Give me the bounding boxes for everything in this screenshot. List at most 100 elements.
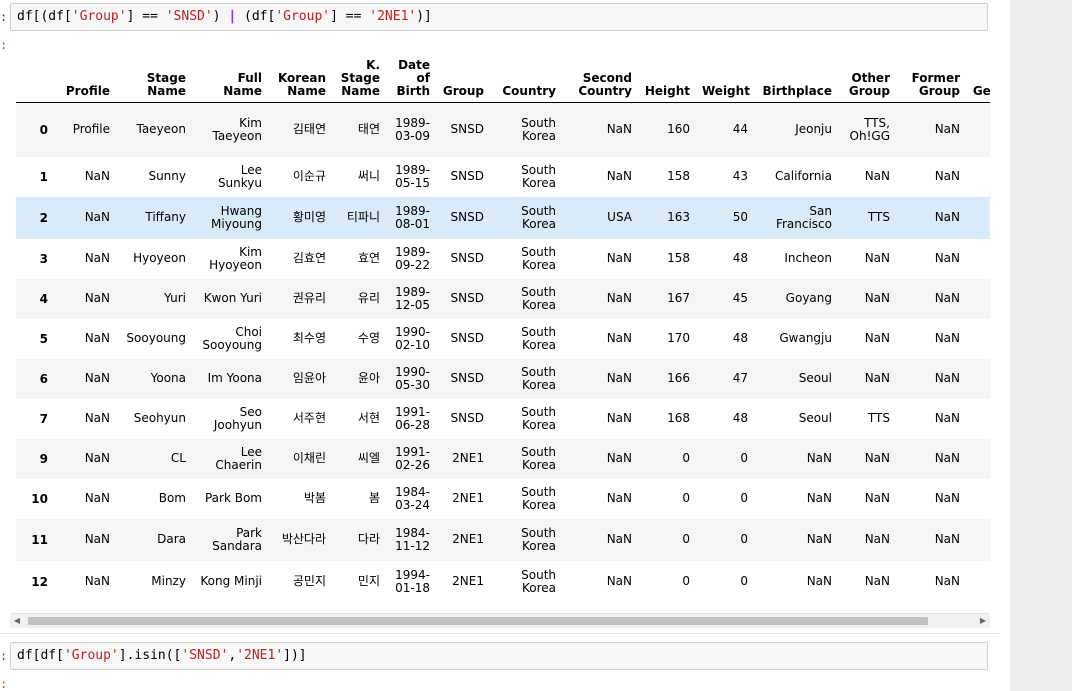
scroll-left-icon[interactable]: ◀ bbox=[10, 614, 24, 628]
table-row[interactable]: 12 NaN Minzy Kong Minji 공민지 민지 1994-01-18 2NE1 S… bbox=[16, 561, 990, 603]
table-cell: NaN bbox=[84, 491, 110, 505]
row-index: 11 bbox=[31, 532, 48, 547]
table-cell: South Korea bbox=[521, 203, 556, 231]
table-cell: South Korea bbox=[521, 324, 556, 352]
table-cell: 공민지 bbox=[292, 574, 326, 588]
dataframe-output[interactable]: Profile Stage Name Full Name Korean Name K. … bbox=[16, 52, 990, 612]
table-cell: NaN bbox=[84, 411, 110, 425]
out1-prompt: : bbox=[0, 38, 8, 52]
table-cell: 1991-06-28 bbox=[395, 404, 430, 432]
table-cell: Profile bbox=[72, 122, 110, 137]
row-index: 9 bbox=[39, 451, 48, 466]
table-cell: 1989-05-15 bbox=[395, 162, 430, 190]
table-row[interactable]: 1 NaN Sunny Lee Sunkyu 이순규 써니 1989-05-15 SNSD So… bbox=[16, 157, 990, 197]
table-cell: Kim Hyoyeon bbox=[209, 244, 262, 272]
table-cell: 48 bbox=[732, 251, 748, 265]
code-cell-2[interactable]: df[df['Group'].isin(['SNSD','2NE1'])] bbox=[10, 642, 988, 670]
table-cell: South Korea bbox=[521, 484, 556, 512]
table-row[interactable]: 2 NaN Tiffany Hwang Miyoung 황미영 티파니 1989-08-01… bbox=[16, 196, 990, 239]
table-row[interactable]: 11 NaN Dara Park Sandara 박산다라 다라 1984-11-12 2NE… bbox=[16, 518, 990, 561]
table-cell: NaN bbox=[84, 451, 110, 465]
table-cell: 윤아 bbox=[357, 371, 380, 385]
table-cell: NaN bbox=[606, 371, 632, 385]
table-cell: South Korea bbox=[521, 444, 556, 472]
table-cell: Seohyun bbox=[133, 411, 186, 425]
horizontal-scrollbar[interactable]: ◀ ▶ bbox=[10, 613, 990, 628]
table-row[interactable]: 10 NaN Bom Park Bom 박봄 봄 1984-03-24 2NE1 South K… bbox=[16, 479, 990, 519]
row-index: 10 bbox=[31, 491, 48, 506]
table-cell: NaN bbox=[934, 210, 960, 224]
table-cell: 170 bbox=[667, 331, 690, 345]
code-token: | bbox=[228, 9, 237, 24]
table-cell: 160 bbox=[667, 122, 690, 137]
table-cell: 써니 bbox=[357, 169, 380, 183]
cell2-prompt: : bbox=[0, 649, 8, 663]
table-row[interactable]: 4 NaN Yuri Kwon Yuri 권유리 유리 1989-12-05 SNSD Sout… bbox=[16, 278, 990, 319]
table-cell: F bbox=[966, 519, 990, 561]
code-cell-1[interactable]: df[(df['Group'] == 'SNSD') | (df['Group'… bbox=[10, 3, 988, 31]
table-cell: Seo Joohyun bbox=[213, 404, 262, 432]
row-index: 2 bbox=[39, 210, 48, 225]
table-cell: Kong Minji bbox=[200, 574, 262, 588]
table-cell: 2NE1 bbox=[452, 574, 484, 588]
table-cell: F bbox=[966, 319, 990, 359]
table-cell: NaN bbox=[934, 411, 960, 425]
scroll-right-icon[interactable]: ▶ bbox=[976, 614, 990, 628]
table-cell: NaN bbox=[606, 411, 632, 425]
code-cell-1-source[interactable]: df[(df['Group'] == 'SNSD') | (df['Group'… bbox=[11, 4, 987, 30]
column-header: Stage Name bbox=[116, 52, 192, 103]
table-cell: F bbox=[966, 157, 990, 197]
table-row[interactable]: 3 NaN Hyoyeon Kim Hyoyeon 김효연 효연 1989-09-22 SNS… bbox=[16, 239, 990, 279]
table-cell: Sooyoung bbox=[126, 331, 186, 345]
table-cell: 이순규 bbox=[292, 169, 326, 183]
code-token: 'SNSD' bbox=[181, 648, 229, 663]
table-cell: USA bbox=[607, 210, 632, 224]
table-cell: NaN bbox=[606, 532, 632, 546]
table-cell: 권유리 bbox=[292, 291, 326, 305]
table-cell: South Korea bbox=[521, 162, 556, 190]
table-cell: NaN bbox=[864, 371, 890, 385]
table-cell: South Korea bbox=[521, 404, 556, 432]
table-cell: 168 bbox=[667, 411, 690, 425]
table-row[interactable]: 5 NaN Sooyoung Choi Sooyoung 최수영 수영 1990-02-10… bbox=[16, 319, 990, 359]
column-header: Korean Name bbox=[268, 52, 332, 103]
code-cell-2-source[interactable]: df[df['Group'].isin(['SNSD','2NE1'])] bbox=[11, 643, 987, 669]
cell1-prompt: : bbox=[0, 10, 8, 24]
code-token: 'Group' bbox=[71, 9, 127, 24]
table-cell: SNSD bbox=[450, 331, 484, 345]
table-cell: NaN bbox=[606, 331, 632, 345]
table-cell: TTS bbox=[867, 210, 890, 224]
table-cell: 티파니 bbox=[346, 210, 380, 224]
table-cell: Dara bbox=[157, 532, 186, 546]
table-cell: 50 bbox=[732, 210, 748, 224]
table-row[interactable]: 6 NaN Yoona Im Yoona 임윤아 윤아 1990-05-30 SNSD Sout… bbox=[16, 358, 990, 399]
table-cell: Minzy bbox=[151, 574, 186, 588]
table-cell: 1989-03-09 bbox=[395, 115, 430, 143]
table-cell: SNSD bbox=[450, 411, 484, 425]
table-cell: 1989-09-22 bbox=[395, 244, 430, 272]
table-cell: NaN bbox=[934, 331, 960, 345]
table-cell: 1989-12-05 bbox=[395, 284, 430, 312]
table-cell: NaN bbox=[84, 331, 110, 345]
table-cell: NaN bbox=[84, 169, 110, 183]
column-header: Profile bbox=[54, 52, 116, 103]
column-header bbox=[16, 52, 54, 103]
table-cell: NaN bbox=[934, 491, 960, 505]
scrollbar-thumb[interactable] bbox=[28, 617, 928, 625]
table-cell: Sunny bbox=[148, 169, 186, 183]
table-row[interactable]: 0 Profile Taeyeon Kim Taeyeon 김태연 태연 1989-03-0… bbox=[16, 102, 990, 157]
table-cell: 수영 bbox=[357, 331, 380, 345]
table-cell: SNSD bbox=[450, 291, 484, 305]
table-cell: NaN bbox=[606, 251, 632, 265]
table-cell: 43 bbox=[732, 169, 748, 183]
table-cell: 158 bbox=[667, 251, 690, 265]
column-header: Gender bbox=[966, 52, 990, 103]
table-cell: CL bbox=[170, 451, 186, 465]
table-cell: SNSD bbox=[450, 210, 484, 224]
table-row[interactable]: 7 NaN Seohyun Seo Joohyun 서주현 서현 1991-06-28 SNS… bbox=[16, 399, 990, 439]
table-cell: NaN bbox=[84, 291, 110, 305]
table-row[interactable]: 9 NaN CL Lee Chaerin 이채린 씨엘 1991-02-26 2NE1 Sout… bbox=[16, 438, 990, 479]
table-cell: Lee Chaerin bbox=[215, 444, 262, 472]
row-index: 7 bbox=[39, 411, 48, 426]
column-header: Country bbox=[490, 52, 562, 103]
